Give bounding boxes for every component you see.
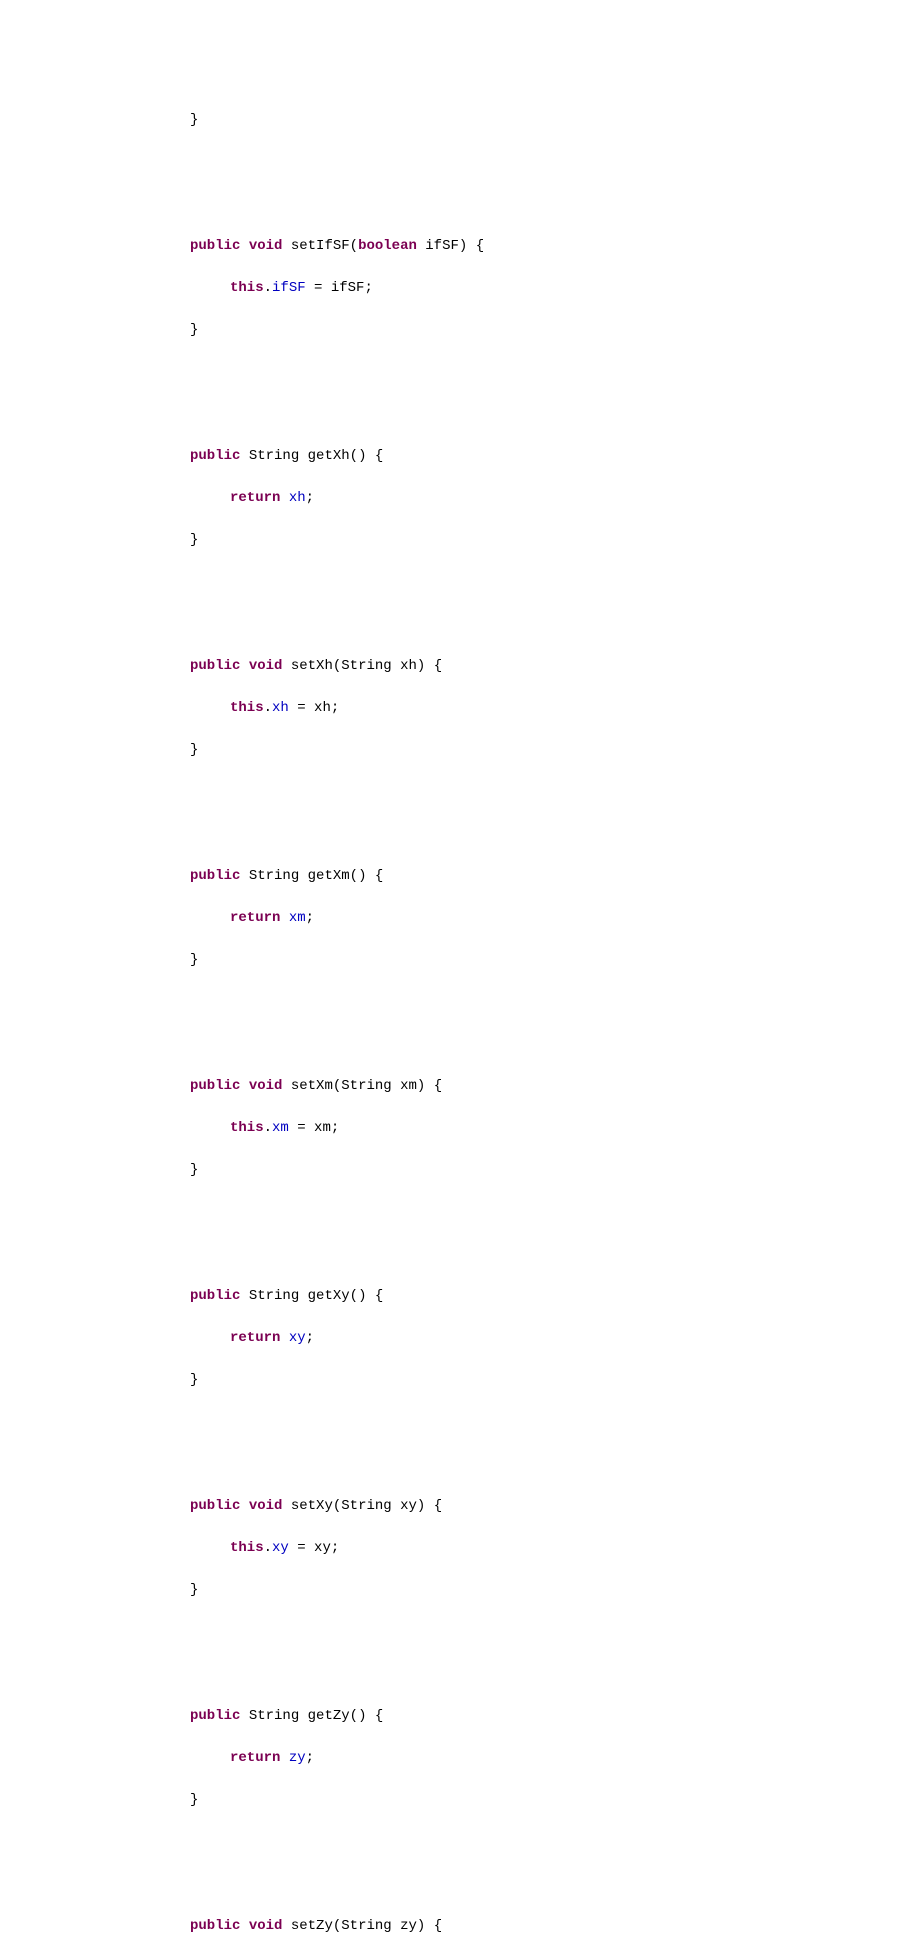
method-getZy-signature: public String getZy() {	[150, 1706, 920, 1727]
code-block: } public void setIfSF(boolean ifSF) { th…	[150, 110, 920, 1958]
method-setZy-signature: public void setZy(String zy) {	[150, 1916, 920, 1937]
brace-close: }	[150, 950, 920, 971]
method-setXh-signature: public void setXh(String xh) {	[150, 656, 920, 677]
brace-close: }	[150, 1160, 920, 1181]
assign-xm: this.xm = xm;	[150, 1118, 920, 1139]
method-getXy-signature: public String getXy() {	[150, 1286, 920, 1307]
code-page: } public void setIfSF(boolean ifSF) { th…	[0, 0, 920, 1302]
brace-close: }	[150, 1580, 920, 1601]
method-getXm-signature: public String getXm() {	[150, 866, 920, 887]
brace-close: }	[150, 530, 920, 551]
return-zy: return zy;	[150, 1748, 920, 1769]
return-xh: return xh;	[150, 488, 920, 509]
assign-ifSF: this.ifSF = ifSF;	[150, 278, 920, 299]
return-xm: return xm;	[150, 908, 920, 929]
return-xy: return xy;	[150, 1328, 920, 1349]
method-setXm-signature: public void setXm(String xm) {	[150, 1076, 920, 1097]
brace-close: }	[150, 1370, 920, 1391]
assign-xh: this.xh = xh;	[150, 698, 920, 719]
method-setXy-signature: public void setXy(String xy) {	[150, 1496, 920, 1517]
brace-close: }	[150, 110, 920, 131]
assign-xy: this.xy = xy;	[150, 1538, 920, 1559]
method-setIfSF-signature: public void setIfSF(boolean ifSF) {	[150, 236, 920, 257]
brace-close: }	[150, 320, 920, 341]
brace-close: }	[150, 740, 920, 761]
method-getXh-signature: public String getXh() {	[150, 446, 920, 467]
brace-close: }	[150, 1790, 920, 1811]
